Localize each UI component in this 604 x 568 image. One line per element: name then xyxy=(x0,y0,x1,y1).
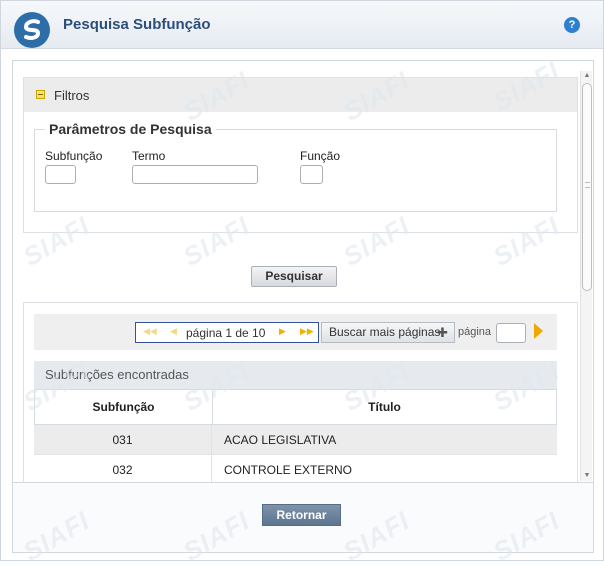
table-row[interactable]: 031 ACAO LEGISLATIVA xyxy=(34,425,557,455)
results-title: Subfunções encontradas xyxy=(34,361,557,389)
row-code: 032 xyxy=(34,455,212,482)
results-table-header: Subfunção Título xyxy=(34,389,557,425)
help-icon[interactable]: ? xyxy=(564,17,580,33)
last-page-icon[interactable]: ▶▶ xyxy=(300,326,314,337)
column-header-subfuncao[interactable]: Subfunção xyxy=(35,390,213,424)
table-row[interactable]: 032 CONTROLE EXTERNO xyxy=(34,455,557,482)
subfuncao-label: Subfunção xyxy=(45,149,103,163)
pager-bar: ◀◀ ◀ página 1 de 10 ▶ ▶▶ Buscar mais pág… xyxy=(34,314,557,350)
fetch-more-pages-label: Buscar mais páginas xyxy=(329,325,441,339)
main-content: Filtros Parâmetros de Pesquisa Subfunção… xyxy=(12,60,594,483)
scroll-grip xyxy=(585,182,590,188)
previous-page-icon[interactable]: ◀ xyxy=(170,326,177,337)
go-to-page-icon[interactable] xyxy=(534,323,543,339)
next-page-icon[interactable]: ▶ xyxy=(279,326,286,337)
results-panel: ◀◀ ◀ página 1 de 10 ▶ ▶▶ Buscar mais pág… xyxy=(23,302,578,482)
subfuncao-input[interactable] xyxy=(45,165,76,184)
first-page-icon[interactable]: ◀◀ xyxy=(143,326,157,337)
title-bar: Pesquisa Subfunção ? xyxy=(1,1,603,49)
row-code: 031 xyxy=(34,425,212,455)
filters-panel: Filtros Parâmetros de Pesquisa Subfunção… xyxy=(23,77,578,233)
pager: ◀◀ ◀ página 1 de 10 ▶ ▶▶ xyxy=(135,322,319,343)
page-title: Pesquisa Subfunção xyxy=(63,16,211,33)
search-parameters-legend: Parâmetros de Pesquisa xyxy=(45,121,216,137)
column-header-titulo[interactable]: Título xyxy=(213,390,556,424)
scrollbar-thumb[interactable] xyxy=(582,83,592,291)
scroll-up-icon[interactable]: ▲ xyxy=(582,71,592,81)
search-parameters-fieldset: Parâmetros de Pesquisa Subfunção Termo F… xyxy=(34,121,557,212)
funcao-input[interactable] xyxy=(300,165,323,184)
page-number-input[interactable] xyxy=(496,323,526,343)
footer: Retornar xyxy=(12,483,594,553)
siafi-logo-icon xyxy=(14,12,50,48)
row-title: CONTROLE EXTERNO xyxy=(224,463,353,477)
scroll-down-icon[interactable]: ▼ xyxy=(582,471,592,481)
termo-label: Termo xyxy=(132,149,166,163)
row-title: ACAO LEGISLATIVA xyxy=(224,433,337,447)
filters-header[interactable]: Filtros xyxy=(24,78,577,112)
vertical-scrollbar[interactable]: ▲ ▼ xyxy=(580,71,592,481)
plus-icon: ✚ xyxy=(437,325,448,340)
collapse-icon[interactable] xyxy=(36,90,45,99)
page-label: página xyxy=(458,326,492,338)
fetch-more-pages-button[interactable]: Buscar mais páginas ✚ xyxy=(321,322,455,343)
filters-label[interactable]: Filtros xyxy=(54,88,89,103)
search-window: Pesquisa Subfunção ? Filtros Parâmetros … xyxy=(0,0,604,567)
termo-input[interactable] xyxy=(132,165,258,184)
return-button[interactable]: Retornar xyxy=(262,504,341,526)
funcao-label: Função xyxy=(300,149,341,163)
search-button[interactable]: Pesquisar xyxy=(251,266,337,287)
pager-status: página 1 de 10 xyxy=(186,326,266,340)
